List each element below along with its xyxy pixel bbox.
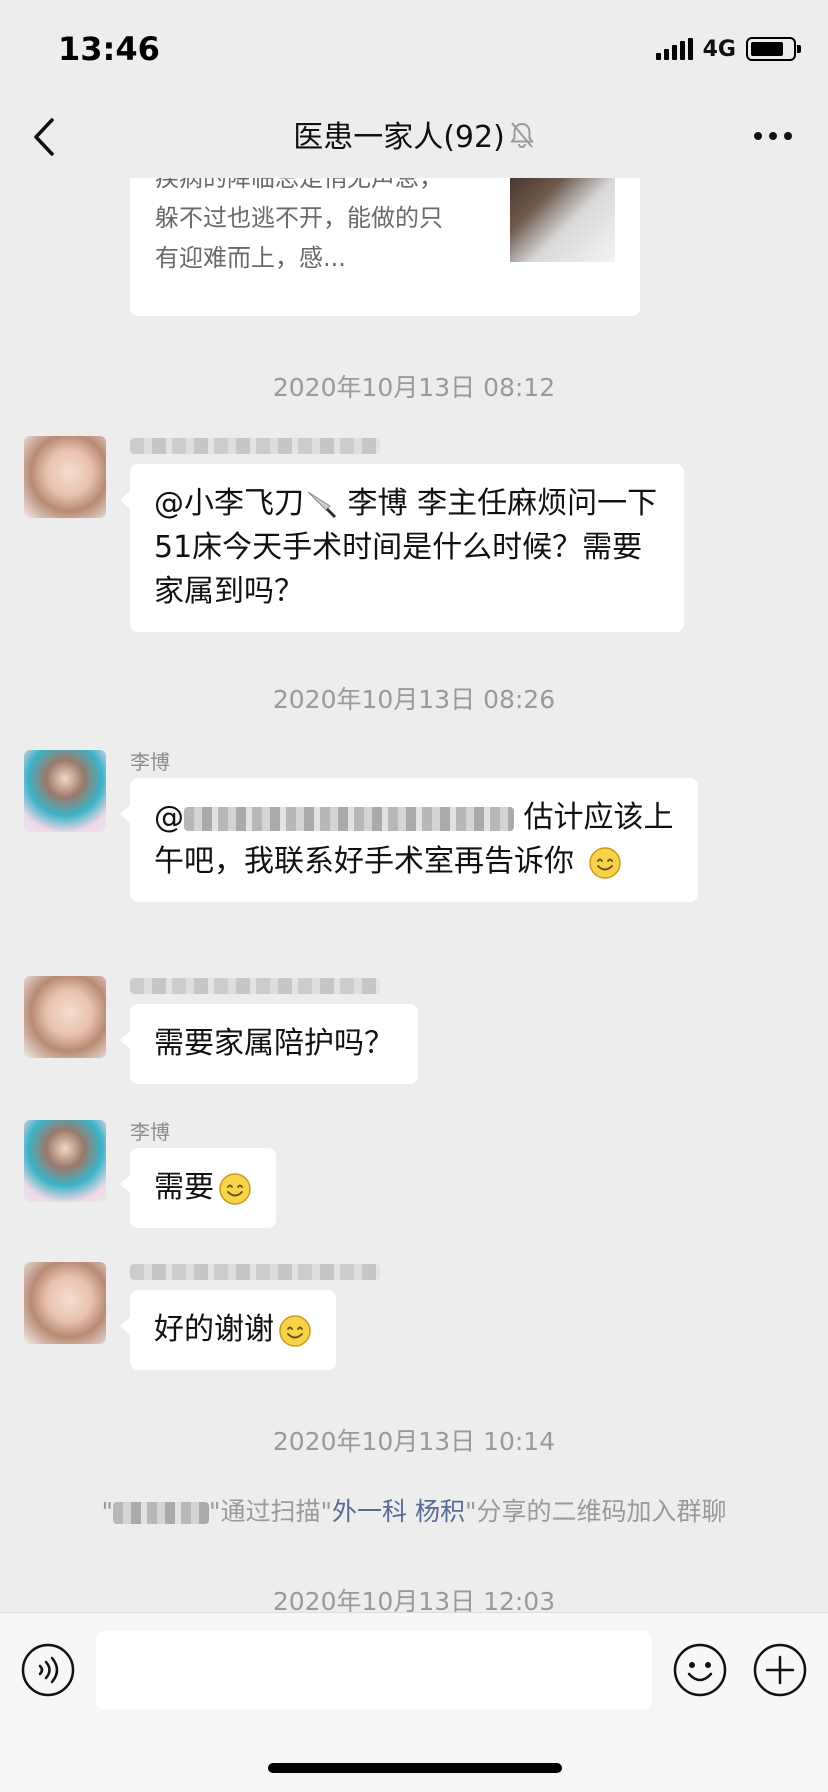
- article-thumbnail: [510, 178, 615, 262]
- message-text: 好的谢谢: [154, 1312, 274, 1347]
- message-text: 需要: [154, 1170, 214, 1205]
- sender-name-blurred: [130, 438, 380, 454]
- mention-text: @小李飞刀: [154, 486, 304, 521]
- message-bubble[interactable]: 需要家属陪护吗？: [120, 1004, 418, 1084]
- sender-name: 李博: [130, 1120, 170, 1144]
- message-timestamp: 2020年10月13日 10:14: [272, 1427, 556, 1456]
- message-text: 需要家属陪护吗？: [154, 1026, 394, 1061]
- plus-icon: [753, 1643, 807, 1697]
- smile-emoji: [588, 846, 621, 879]
- signal-icon: [655, 38, 693, 60]
- more-functions-button[interactable]: [752, 1642, 808, 1702]
- sender-name-blurred: [130, 978, 380, 994]
- knife-icon: [307, 491, 336, 518]
- inviter-name-link[interactable]: 外一科 杨积: [332, 1497, 465, 1526]
- avatar[interactable]: [24, 436, 106, 518]
- message-bubble[interactable]: @小李飞刀 李博 李主任麻烦问一下51床今天手术时间是什么时候？需要家属到吗？: [120, 464, 684, 632]
- smile-emoji: [279, 1314, 311, 1347]
- battery-level: [751, 42, 783, 56]
- more-dots-icon: [754, 132, 762, 140]
- mention-prefix: @: [154, 800, 184, 835]
- battery-icon: [746, 37, 801, 61]
- message-input[interactable]: [96, 1631, 652, 1709]
- voice-icon: [21, 1643, 75, 1697]
- status-indicators: 4G: [655, 36, 801, 62]
- avatar[interactable]: [24, 976, 106, 1058]
- network-type: 4G: [702, 36, 736, 62]
- chat-header: 医患一家人(92): [0, 98, 828, 178]
- sender-name: 李博: [130, 750, 170, 774]
- status-time: 13:46: [58, 30, 160, 68]
- more-button[interactable]: [754, 132, 792, 140]
- message-timestamp: 2020年10月13日 12:03: [272, 1587, 556, 1612]
- status-bar: 13:46 4G: [0, 0, 828, 98]
- avatar[interactable]: [24, 750, 106, 832]
- chat-title: 医患一家人(92): [293, 120, 505, 155]
- bell-mute-icon: [509, 121, 535, 157]
- chat-messages[interactable]: 疾病的降临总是悄无声息，躲不过也逃不开，能做的只有迎难而上，感... 2020年…: [0, 178, 828, 1612]
- article-summary: 疾病的降临总是悄无声息，躲不过也逃不开，能做的只有迎难而上，感...: [155, 178, 443, 272]
- shared-article-card[interactable]: 疾病的降临总是悄无声息，躲不过也逃不开，能做的只有迎难而上，感...: [130, 178, 640, 316]
- home-indicator[interactable]: [268, 1763, 562, 1773]
- message-bubble[interactable]: 需要: [120, 1148, 276, 1228]
- avatar[interactable]: [24, 1120, 106, 1202]
- emoji-button[interactable]: [672, 1642, 728, 1702]
- member-name-blurred: [113, 1502, 210, 1524]
- smile-emoji: [219, 1172, 251, 1205]
- avatar[interactable]: [24, 1262, 106, 1344]
- voice-button[interactable]: [20, 1642, 76, 1702]
- sender-name-blurred: [130, 1264, 380, 1280]
- mention-name-blurred: [184, 806, 514, 831]
- message-bubble[interactable]: @ 估计应该上午吧，我联系好手术室再告诉你: [120, 778, 698, 902]
- emoji-icon: [673, 1643, 727, 1697]
- message-timestamp: 2020年10月13日 08:12: [272, 373, 556, 402]
- chat-title-wrap: 医患一家人(92): [0, 112, 828, 157]
- message-timestamp: 2020年10月13日 08:26: [272, 685, 556, 714]
- system-notice: " "通过扫描"外一科 杨积"分享的二维码加入群聊: [101, 1497, 727, 1526]
- message-bubble[interactable]: 好的谢谢: [120, 1290, 336, 1370]
